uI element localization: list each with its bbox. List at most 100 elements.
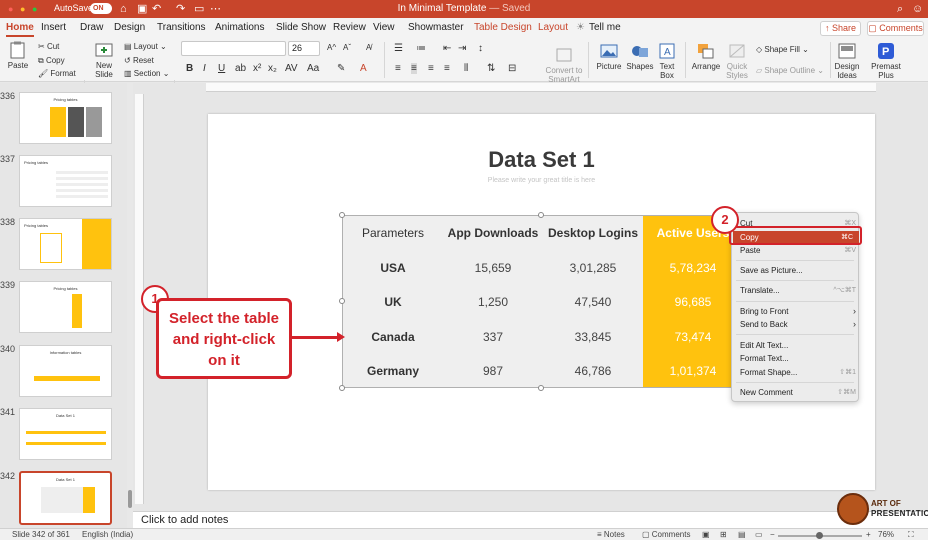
- slide-thumbnail[interactable]: Pricing tables: [19, 281, 112, 333]
- tab-animations[interactable]: Animations: [215, 22, 264, 33]
- cut-button[interactable]: ✂ Cut: [38, 42, 59, 51]
- zoom-level[interactable]: 76%: [878, 530, 894, 539]
- decrease-font-icon[interactable]: Aˇ: [343, 43, 351, 52]
- home-icon[interactable]: ⌂: [120, 2, 127, 16]
- country-cell[interactable]: Germany: [343, 354, 443, 387]
- data-table[interactable]: Parameters App Downloads Desktop Logins …: [342, 215, 742, 388]
- underline-icon[interactable]: U: [218, 63, 225, 74]
- design-ideas-button[interactable]: Design Ideas: [833, 42, 861, 80]
- country-cell[interactable]: USA: [343, 251, 443, 286]
- share-button[interactable]: ↑ Share: [820, 21, 861, 36]
- premast-plus-button[interactable]: P Premast Plus: [869, 42, 903, 80]
- format-painter-button[interactable]: 🖌 Format: [38, 69, 76, 78]
- slide-thumbnail-selected[interactable]: Data Set 1: [19, 471, 112, 525]
- tab-review[interactable]: Review: [333, 22, 366, 33]
- table-cell[interactable]: 15,659: [443, 251, 543, 286]
- highlight-icon[interactable]: ✎: [337, 63, 345, 74]
- increase-font-icon[interactable]: A^: [327, 43, 336, 52]
- undo-icon[interactable]: ↶: [152, 2, 161, 16]
- convert-smartart-button[interactable]: Convert to SmartArt: [543, 46, 585, 84]
- indent-icon[interactable]: ⇤: [443, 43, 451, 54]
- save-icon[interactable]: ▣: [137, 2, 147, 16]
- picture-button[interactable]: Picture: [594, 42, 624, 71]
- resize-handle[interactable]: [538, 385, 544, 391]
- bold-icon[interactable]: B: [186, 63, 193, 74]
- font-color-icon[interactable]: A: [360, 63, 367, 74]
- resize-handle[interactable]: [339, 298, 345, 304]
- language-indicator[interactable]: English (India): [82, 530, 133, 539]
- zoom-window-icon[interactable]: ●: [32, 2, 37, 16]
- close-window-icon[interactable]: ●: [8, 2, 13, 16]
- comments-button[interactable]: ▢ Comments: [867, 21, 924, 36]
- tab-table-design[interactable]: Table Design: [474, 22, 532, 33]
- strikethrough-icon[interactable]: ab: [235, 63, 246, 74]
- paste-button[interactable]: Paste: [6, 41, 30, 70]
- subscript-icon[interactable]: x₂: [268, 63, 277, 74]
- country-cell[interactable]: UK: [343, 285, 443, 320]
- tab-draw[interactable]: Draw: [80, 22, 103, 33]
- text-direction-icon[interactable]: ⇅: [487, 63, 495, 74]
- layout-button[interactable]: ▤ Layout ⌄: [124, 42, 167, 51]
- shapes-button[interactable]: Shapes: [626, 42, 654, 71]
- slideshow-view-icon[interactable]: ▭: [755, 530, 763, 539]
- shape-outline-button[interactable]: ▱ Shape Outline ⌄: [756, 66, 824, 75]
- slideshow-icon[interactable]: ▭: [194, 2, 204, 16]
- slide-subtitle[interactable]: Please write your great title is here: [208, 177, 875, 184]
- italic-icon[interactable]: I: [203, 63, 206, 74]
- tab-insert[interactable]: Insert: [41, 22, 66, 33]
- copy-button[interactable]: ⧉ Copy: [38, 56, 65, 66]
- minimize-window-icon[interactable]: ●: [20, 2, 25, 16]
- header-cell[interactable]: App Downloads: [443, 216, 543, 251]
- change-case-icon[interactable]: Aa: [307, 63, 319, 74]
- quick-styles-button[interactable]: Quick Styles: [723, 42, 751, 80]
- slide-thumbnail[interactable]: Pricing tables: [19, 155, 112, 207]
- fit-slide-icon[interactable]: ⛶: [908, 530, 914, 540]
- reset-button[interactable]: ↺ Reset: [124, 56, 154, 65]
- menu-item-send-to-back[interactable]: Send to Back ›: [740, 319, 856, 330]
- table-cell[interactable]: 33,845: [543, 320, 643, 355]
- shape-fill-button[interactable]: ◇ Shape Fill ⌄: [756, 45, 809, 54]
- menu-item-paste[interactable]: Paste ⌘V: [740, 245, 856, 256]
- font-name-field[interactable]: [181, 41, 286, 56]
- slide-sorter-icon[interactable]: ⊞: [720, 530, 727, 539]
- clear-format-icon[interactable]: A̸: [366, 43, 371, 52]
- character-spacing-icon[interactable]: AV: [285, 63, 298, 74]
- thumbnail-scrollbar[interactable]: [128, 490, 132, 508]
- tab-view[interactable]: View: [373, 22, 395, 33]
- menu-item-edit-alt-text[interactable]: Edit Alt Text...: [740, 340, 856, 351]
- zoom-out-icon[interactable]: −: [770, 530, 775, 539]
- menu-item-new-comment[interactable]: New Comment ⇧⌘M: [740, 387, 856, 398]
- table-cell[interactable]: 47,540: [543, 285, 643, 320]
- table-cell[interactable]: 5,78,234: [643, 250, 741, 285]
- tab-home[interactable]: Home: [6, 22, 34, 37]
- comments-toggle[interactable]: ▢ Comments: [642, 530, 690, 539]
- tab-design[interactable]: Design: [114, 22, 145, 33]
- menu-item-translate[interactable]: Translate... ^⌥⌘T: [740, 285, 856, 296]
- resize-handle[interactable]: [339, 212, 345, 218]
- align-center-icon[interactable]: ≡: [411, 63, 417, 74]
- header-cell[interactable]: Parameters: [343, 216, 443, 251]
- table-cell[interactable]: 1,250: [443, 285, 543, 320]
- slide-thumbnail[interactable]: Pricing tables: [19, 92, 112, 144]
- table-cell[interactable]: 1,01,374: [643, 354, 741, 387]
- tab-transitions[interactable]: Transitions: [157, 22, 206, 33]
- resize-handle[interactable]: [339, 385, 345, 391]
- header-cell[interactable]: Desktop Logins: [543, 216, 643, 251]
- autosave-toggle[interactable]: ON: [90, 3, 112, 14]
- slide-thumbnail[interactable]: Pricing tables: [19, 218, 112, 270]
- slide-title[interactable]: Data Set 1: [208, 147, 875, 173]
- table-cell[interactable]: 46,786: [543, 354, 643, 387]
- numbering-icon[interactable]: ≔: [416, 43, 426, 54]
- notes-pane[interactable]: Click to add notes: [133, 511, 928, 528]
- resize-handle[interactable]: [538, 212, 544, 218]
- table-cell[interactable]: 337: [443, 320, 543, 355]
- section-button[interactable]: ▥ Section ⌄: [124, 69, 169, 78]
- more-icon[interactable]: ⋯: [210, 2, 221, 16]
- align-left-icon[interactable]: ≡: [395, 63, 401, 74]
- tell-me-search[interactable]: Tell me: [589, 22, 621, 33]
- table-cell[interactable]: 73,474: [643, 319, 741, 354]
- zoom-slider-handle[interactable]: [816, 532, 823, 539]
- align-right-icon[interactable]: ≡: [428, 63, 434, 74]
- justify-icon[interactable]: ≡: [444, 63, 450, 74]
- tab-slide-show[interactable]: Slide Show: [276, 22, 326, 33]
